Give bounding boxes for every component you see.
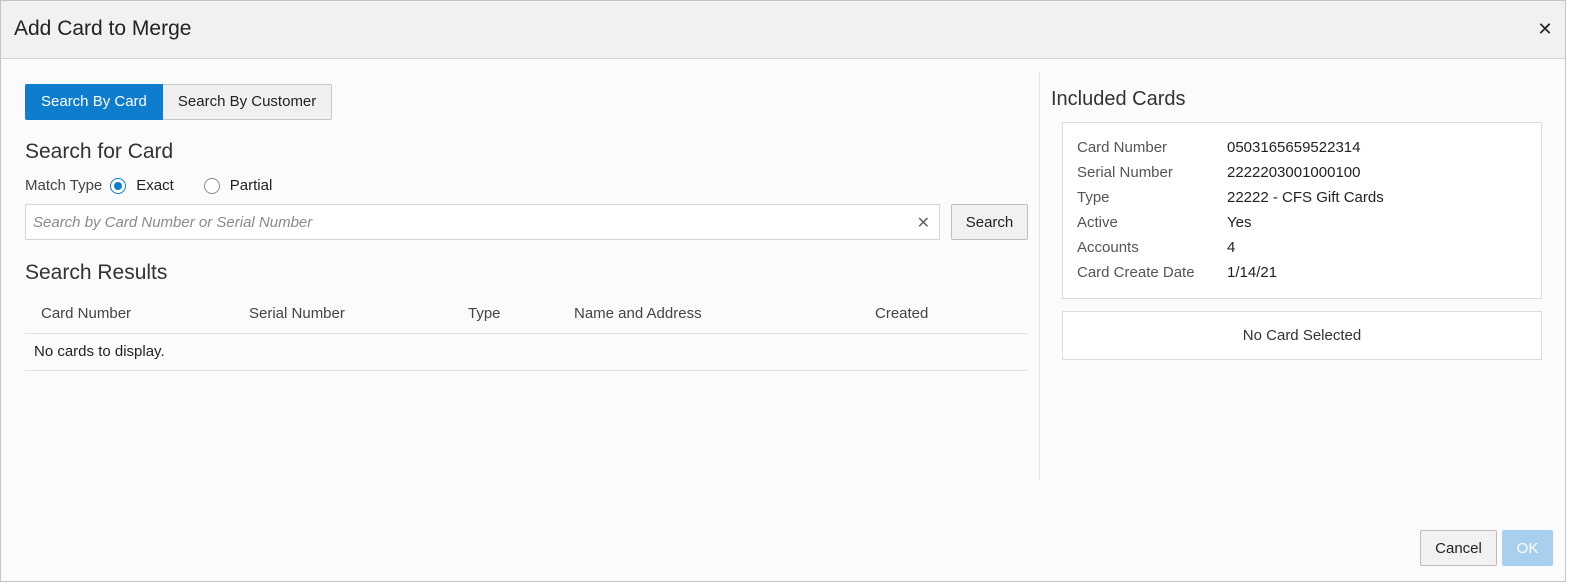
detail-label: Accounts xyxy=(1077,239,1139,256)
radio-partial[interactable] xyxy=(203,177,220,194)
clear-icon[interactable]: ✕ xyxy=(917,213,930,233)
radio-exact[interactable] xyxy=(110,177,127,194)
detail-row-create-date: Card Create Date 1/14/21 xyxy=(1077,264,1527,289)
results-header-row: Card Number Serial Number Type Name and … xyxy=(25,295,1028,334)
dialog-title: Add Card to Merge xyxy=(14,17,192,40)
results-table: Card Number Serial Number Type Name and … xyxy=(25,295,1028,371)
pane-divider xyxy=(1039,73,1040,479)
detail-label: Card Create Date xyxy=(1077,264,1195,281)
detail-row-active: Active Yes xyxy=(1077,214,1527,239)
cancel-button[interactable]: Cancel xyxy=(1420,530,1497,566)
match-type-label: Match Type xyxy=(25,177,103,194)
detail-row-accounts: Accounts 4 xyxy=(1077,239,1527,264)
column-header-name-address[interactable]: Name and Address xyxy=(574,305,702,322)
radio-exact-label: Exact xyxy=(136,177,174,194)
results-empty-message: No cards to display. xyxy=(25,334,1028,371)
detail-row-card-number: Card Number 0503165659522314 xyxy=(1077,139,1527,164)
card-details-panel: Card Number 0503165659522314 Serial Numb… xyxy=(1062,122,1542,299)
detail-label: Serial Number xyxy=(1077,164,1173,181)
detail-label: Card Number xyxy=(1077,139,1168,156)
detail-label: Type xyxy=(1077,189,1110,206)
match-type-row: Match Type Exact Partial xyxy=(25,177,272,194)
detail-value: Yes xyxy=(1227,214,1252,231)
search-button[interactable]: Search xyxy=(951,204,1028,240)
tab-search-by-customer[interactable]: Search By Customer xyxy=(162,84,333,120)
close-icon[interactable]: ✕ xyxy=(1535,19,1555,39)
search-box: ✕ xyxy=(25,204,940,240)
search-heading: Search for Card xyxy=(25,140,174,163)
ok-button[interactable]: OK xyxy=(1502,530,1553,566)
search-mode-tabs: Search By Card Search By Customer xyxy=(25,84,333,120)
dialog-header: Add Card to Merge ✕ xyxy=(1,1,1565,59)
detail-label: Active xyxy=(1077,214,1118,231)
detail-row-type: Type 22222 - CFS Gift Cards xyxy=(1077,189,1527,214)
column-header-type[interactable]: Type xyxy=(468,305,501,322)
detail-value: 2222203001000100 xyxy=(1227,164,1361,181)
column-header-card-number[interactable]: Card Number xyxy=(41,305,131,322)
add-card-dialog: Add Card to Merge ✕ Search By Card Searc… xyxy=(0,0,1566,582)
detail-value: 22222 - CFS Gift Cards xyxy=(1227,189,1384,206)
search-input[interactable] xyxy=(26,205,906,239)
detail-value: 1/14/21 xyxy=(1227,264,1278,281)
column-header-serial-number[interactable]: Serial Number xyxy=(249,305,345,322)
included-cards-heading: Included Cards xyxy=(1051,88,1186,110)
detail-row-serial-number: Serial Number 2222203001000100 xyxy=(1077,164,1527,189)
tab-search-by-card[interactable]: Search By Card xyxy=(25,84,163,120)
detail-value: 4 xyxy=(1227,239,1236,256)
results-heading: Search Results xyxy=(25,261,168,284)
radio-partial-label: Partial xyxy=(229,177,273,194)
detail-value: 0503165659522314 xyxy=(1227,139,1361,156)
no-card-selected-panel: No Card Selected xyxy=(1062,311,1542,360)
column-header-created[interactable]: Created xyxy=(875,305,928,322)
